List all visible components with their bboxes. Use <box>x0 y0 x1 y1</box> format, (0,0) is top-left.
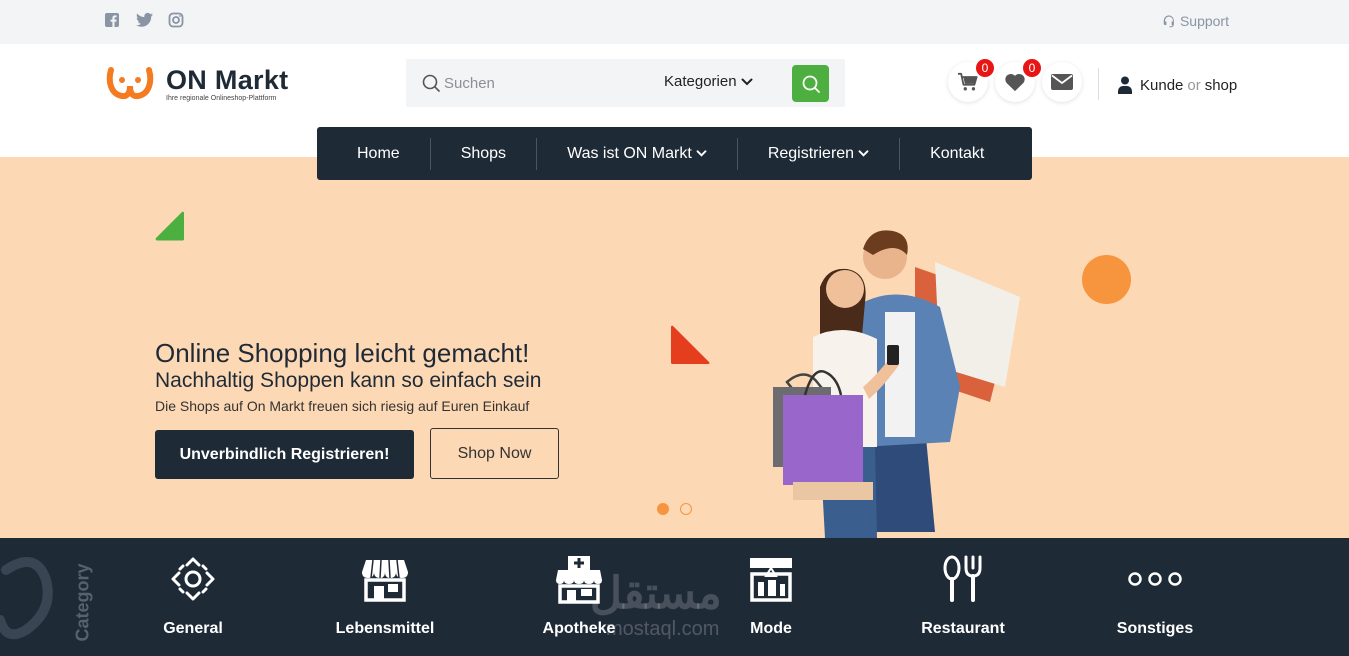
decorative-swirl-icon <box>0 557 53 640</box>
cutlery-icon <box>943 555 982 602</box>
category-sonstiges[interactable]: Sonstiges <box>1080 554 1230 638</box>
search-input[interactable] <box>444 69 654 97</box>
user-login[interactable]: Kunde or shop <box>1118 76 1237 94</box>
nav-shops-label: Shops <box>460 144 507 162</box>
wishlist-count-badge: 0 <box>1021 57 1043 79</box>
nav-home-label: Home <box>357 144 400 162</box>
nav-kontakt-label: Kontakt <box>930 144 985 162</box>
header-divider <box>1098 68 1099 100</box>
hero-slider: Online Shopping leicht gemacht! Nachhalt… <box>0 157 1349 538</box>
shop-now-button[interactable]: Shop Now <box>430 428 559 479</box>
category-restaurant[interactable]: Restaurant <box>888 554 1038 638</box>
login-or-text: or <box>1187 76 1201 94</box>
category-mode-label: Mode <box>750 620 792 637</box>
nav-kontakt[interactable]: Kontakt <box>899 137 1014 170</box>
chevron-down-icon <box>696 150 707 157</box>
chevron-down-icon <box>741 78 753 85</box>
user-icon <box>1118 76 1132 94</box>
nav-was-ist-on-markt[interactable]: Was ist ON Markt <box>536 137 737 170</box>
fashion-shop-icon <box>750 558 792 602</box>
category-general-label: General <box>163 620 223 637</box>
category-dropdown[interactable]: Kategorien <box>664 73 753 90</box>
decorative-red-triangle <box>671 325 710 364</box>
more-dots-icon <box>1128 572 1182 586</box>
nav-registrieren-label: Registrieren <box>767 144 855 162</box>
main-nav: Home Shops Was ist ON Markt Registrieren… <box>317 127 1032 180</box>
twitter-icon[interactable] <box>136 12 153 28</box>
category-apotheke-label: Apotheke <box>542 620 616 637</box>
wishlist-button[interactable]: 0 <box>995 57 1043 102</box>
instagram-icon[interactable] <box>168 12 184 28</box>
search-icon <box>802 75 820 93</box>
cart-count-badge: 0 <box>974 57 996 79</box>
onmarkt-logo-icon <box>106 67 154 100</box>
support-label: Support <box>1179 13 1229 29</box>
watermark-latin: mostaql.com <box>606 618 720 640</box>
messages-button[interactable] <box>1042 62 1082 102</box>
location-target-icon <box>171 557 215 601</box>
support-link[interactable]: Support <box>1162 13 1229 29</box>
logo[interactable]: ON Markt Ihre regionale Onlineshop-Platt… <box>106 66 288 102</box>
category-heading: Category <box>72 563 93 642</box>
storefront-icon <box>362 559 408 602</box>
nav-home[interactable]: Home <box>317 138 430 170</box>
category-sonstiges-label: Sonstiges <box>1116 620 1194 637</box>
category-lebensmittel[interactable]: Lebensmittel <box>310 554 460 638</box>
hero-couple-shopping-image <box>773 230 1020 538</box>
hero-subheadline: Nachhaltig Shoppen kann so einfach sein <box>155 369 542 392</box>
category-dropdown-label: Kategorien <box>664 73 737 90</box>
nav-shops[interactable]: Shops <box>429 137 536 170</box>
login-shop-link[interactable]: shop <box>1205 77 1238 94</box>
facebook-icon[interactable] <box>104 12 120 28</box>
top-bar: Support <box>0 0 1349 44</box>
hero-headline: Online Shopping leicht gemacht! <box>155 338 530 368</box>
category-bar: Category General Lebensmittel Apotheke M… <box>0 538 1349 656</box>
category-general[interactable]: General <box>118 554 268 638</box>
search-bar: Kategorien <box>406 59 845 107</box>
nav-registrieren[interactable]: Registrieren <box>736 137 899 170</box>
search-button[interactable] <box>792 65 829 102</box>
decorative-green-triangle <box>155 211 184 241</box>
envelope-icon <box>1051 74 1073 90</box>
headset-icon <box>1163 15 1174 28</box>
watermark-arabic: مستقل <box>590 569 722 618</box>
login-kunde-link[interactable]: Kunde <box>1140 77 1183 94</box>
search-icon <box>422 74 440 92</box>
slider-dot[interactable] <box>680 503 692 515</box>
slider-dot-active[interactable] <box>657 503 669 515</box>
brand-name: ON Markt <box>166 65 289 95</box>
category-lebensmittel-label: Lebensmittel <box>335 620 435 637</box>
register-button[interactable]: Unverbindlich Registrieren! <box>155 430 414 479</box>
category-restaurant-label: Restaurant <box>921 620 1005 637</box>
brand-tagline: Ihre regionale Onlineshop-Plattform <box>166 95 277 102</box>
chevron-down-icon <box>858 150 869 157</box>
hero-text: Die Shops auf On Markt freuen sich riesi… <box>155 398 530 414</box>
nav-was-ist-label: Was ist ON Markt <box>567 144 692 162</box>
cart-button[interactable]: 0 <box>948 57 996 102</box>
decorative-orange-circle <box>1082 255 1131 304</box>
